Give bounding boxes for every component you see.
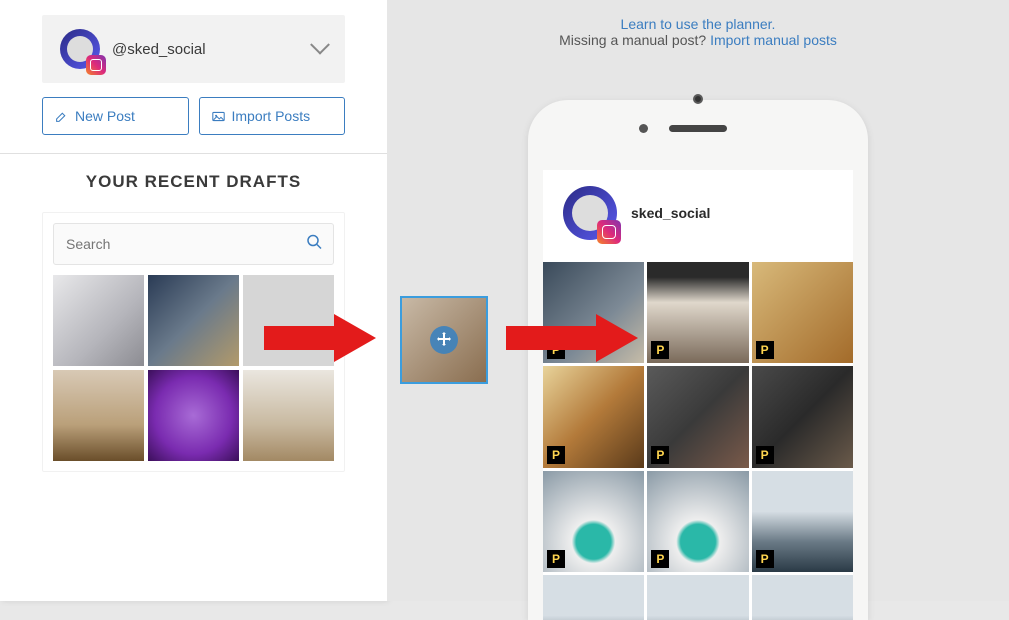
search-icon [306,234,322,255]
feed-tile-friends[interactable]: P [752,366,853,467]
profile-header: sked_social [543,170,853,262]
import-manual-link[interactable]: Import manual posts [710,32,837,48]
feed-tile-row4c[interactable]: P [752,575,853,620]
missing-post-text: Missing a manual post? [559,32,710,48]
tutorial-arrow-icon [506,308,641,368]
planned-badge: P [651,550,669,568]
draft-tile-jewelry[interactable] [53,275,144,366]
phone-screen: sked_social PPPPPPPPPPPP [543,170,853,620]
dragging-tile[interactable] [400,296,488,384]
action-button-row: New Post Import Posts [42,97,345,135]
planned-badge: P [651,341,669,359]
profile-username: sked_social [631,205,710,221]
account-selector[interactable]: @sked_social [42,15,345,83]
feed-tile-landscape[interactable]: P [752,471,853,572]
image-icon [212,110,225,123]
search-wrap [53,223,334,265]
feed-tile-row4a[interactable]: P [543,575,644,620]
draft-tile-bag[interactable] [148,275,239,366]
phone-camera-icon [693,94,703,104]
planned-badge: P [756,446,774,464]
account-handle: @sked_social [112,41,206,58]
sidebar-panel: @sked_social New Post Import Posts YOUR … [0,0,387,601]
account-avatar [60,29,100,69]
planned-badge: P [547,550,565,568]
profile-avatar [563,186,617,240]
planned-badge: P [756,341,774,359]
drafts-heading: YOUR RECENT DRAFTS [42,154,345,212]
phone-top [669,125,727,132]
pencil-icon [55,110,68,123]
tutorial-arrow-icon [264,308,379,368]
feed-tile-girl-hat[interactable]: P [647,262,748,363]
instagram-badge-icon [597,220,621,244]
import-posts-button[interactable]: Import Posts [199,97,346,135]
planned-badge: P [547,446,565,464]
instagram-badge-icon [86,55,106,75]
feed-tile-burger[interactable]: P [752,262,853,363]
top-links: Learn to use the planner. Missing a manu… [387,0,1009,60]
feed-tile-row4b[interactable]: P [647,575,748,620]
draft-tile-shopper[interactable] [243,370,334,461]
draft-tile-amethyst[interactable] [148,370,239,461]
phone-speaker-icon [669,125,727,132]
new-post-label: New Post [75,108,135,124]
import-posts-label: Import Posts [232,108,311,124]
planned-badge: P [651,446,669,464]
feed-tile-cupcake-2[interactable]: P [647,471,748,572]
learn-planner-link[interactable]: Learn to use the planner. [621,16,776,32]
feed-tile-couple[interactable]: P [647,366,748,467]
new-post-button[interactable]: New Post [42,97,189,135]
draft-tile-store[interactable] [53,370,144,461]
phone-sensor-icon [639,124,648,133]
chevron-down-icon [310,35,330,55]
feed-tile-burger-2[interactable]: P [543,366,644,467]
draft-grid [53,275,334,461]
search-input[interactable] [53,223,334,265]
feed-tile-cupcake-1[interactable]: P [543,471,644,572]
planned-badge: P [756,550,774,568]
move-icon [430,326,458,354]
